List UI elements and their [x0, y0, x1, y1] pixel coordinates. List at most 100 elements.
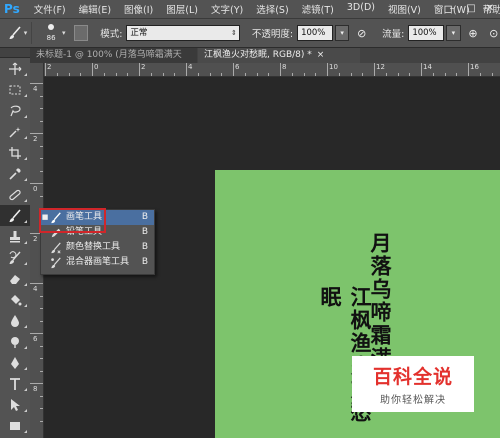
ruler-minor-tick — [40, 408, 43, 409]
tool-paint-bucket[interactable] — [0, 289, 30, 310]
menu-select[interactable]: 选择(S) — [256, 2, 288, 16]
tool-blur[interactable] — [0, 310, 30, 331]
opacity-slider-button[interactable]: ▾ — [334, 25, 350, 41]
brush-tip-icon — [48, 24, 55, 30]
tool-path-selection[interactable] — [0, 394, 30, 415]
flow-input[interactable]: 100% — [408, 25, 445, 41]
ruler-tick — [374, 63, 375, 76]
watermark-logo: 百科全说 助你轻松解决 — [352, 356, 474, 412]
pressure-size-icon[interactable]: ⊙ — [487, 26, 500, 40]
menu-edit[interactable]: 编辑(E) — [79, 2, 111, 16]
opacity-label: 不透明度: — [251, 29, 294, 40]
horizontal-ruler[interactable]: 2 0 2 4 6 8 10 12 14 16 — [43, 63, 500, 77]
flyout-shortcut: B — [141, 257, 148, 267]
ruler-minor-tick — [197, 73, 199, 76]
pressure-opacity-icon[interactable]: ⊘ — [355, 26, 368, 40]
tool-lasso[interactable] — [0, 100, 30, 121]
chevron-down-icon[interactable]: ▾ — [62, 29, 66, 37]
tool-clone-stamp[interactable] — [0, 226, 30, 247]
lasso-icon — [10, 105, 21, 116]
marquee-icon — [9, 85, 21, 94]
ruler-minor-tick — [80, 73, 82, 76]
tool-pen[interactable] — [0, 352, 30, 373]
ruler-minor-tick — [68, 73, 70, 76]
ruler-tick — [30, 133, 43, 134]
airbrush-icon[interactable]: ⊕ — [467, 26, 480, 40]
flyout-item-mixer-brush[interactable]: 混合器画笔工具 B — [41, 255, 154, 270]
mode-label: 模式: — [100, 29, 123, 40]
ruler-minor-tick — [221, 73, 223, 76]
menu-3d[interactable]: 3D(D) — [347, 2, 375, 16]
ruler-tick — [139, 63, 140, 76]
ruler-tick — [92, 63, 93, 76]
menu-view[interactable]: 视图(V) — [388, 2, 421, 16]
tab-document-active[interactable]: 江枫渔火对愁眠, RGB/8) * × — [198, 48, 360, 63]
tab-close-icon[interactable]: × — [317, 50, 325, 60]
menu-items: 文件(F) 编辑(E) 图像(I) 图层(L) 文字(Y) 选择(S) 滤镜(T… — [34, 2, 500, 16]
minimize-button[interactable]: – — [446, 1, 458, 15]
ruler-number: 8 — [282, 63, 287, 71]
tab-label: 江枫渔火对愁眠, RGB/8) * — [204, 50, 312, 60]
tool-crop[interactable] — [0, 142, 30, 163]
opacity-input[interactable]: 100% — [297, 25, 333, 41]
ruler-minor-tick — [115, 73, 117, 76]
menu-file[interactable]: 文件(F) — [34, 2, 66, 16]
mode-select[interactable]: 正常 ⇕ — [126, 25, 240, 41]
stamp-icon — [10, 230, 20, 242]
ruler-minor-tick — [40, 420, 43, 422]
ruler-minor-tick — [385, 73, 387, 76]
ruler-minor-tick — [40, 145, 43, 147]
tool-move[interactable] — [0, 58, 30, 79]
menu-bar: Ps 文件(F) 编辑(E) 图像(I) 图层(L) 文字(Y) 选择(S) 滤… — [0, 0, 500, 19]
ruler-minor-tick — [40, 195, 43, 197]
tool-eyedropper[interactable] — [0, 163, 30, 184]
maximize-button[interactable]: □ — [465, 1, 477, 15]
ruler-minor-tick — [40, 345, 43, 347]
photoshop-logo: Ps — [4, 2, 20, 16]
ruler-number: 2 — [33, 235, 38, 243]
brush-panel-toggle-icon[interactable] — [73, 25, 89, 41]
flow-value: 100% — [412, 28, 437, 38]
close-button[interactable]: ✕ — [484, 1, 496, 15]
flow-label: 流量: — [382, 29, 405, 40]
ruler-minor-tick — [40, 295, 43, 297]
ruler-minor-tick — [479, 73, 481, 76]
flyout-item-color-replacement[interactable]: 颜色替换工具 B — [41, 240, 154, 255]
menu-image[interactable]: 图像(I) — [124, 2, 153, 16]
brush-preset-picker[interactable]: 86 — [40, 22, 60, 44]
ruler-minor-tick — [491, 73, 493, 76]
watermark-subtitle: 助你轻松解决 — [380, 395, 446, 406]
tool-preset-picker[interactable]: ▾ — [4, 22, 33, 44]
tool-quick-selection[interactable] — [0, 121, 30, 142]
ruler-minor-tick — [127, 73, 129, 76]
toolbox-header[interactable] — [0, 48, 30, 58]
ruler-minor-tick — [444, 73, 446, 76]
mode-value: 正常 — [130, 28, 148, 38]
rectangle-shape-icon — [10, 421, 20, 430]
menu-layer[interactable]: 图层(L) — [166, 2, 198, 16]
tool-brush[interactable] — [0, 205, 30, 226]
menu-filter[interactable]: 滤镜(T) — [302, 2, 334, 16]
ruler-minor-tick — [209, 73, 211, 76]
ruler-number: 12 — [376, 63, 385, 71]
menu-type[interactable]: 文字(Y) — [211, 2, 243, 16]
ruler-minor-tick — [338, 73, 340, 76]
ruler-minor-tick — [56, 73, 58, 76]
tool-eraser[interactable] — [0, 268, 30, 289]
ruler-tick — [421, 63, 422, 76]
brush-icon — [9, 26, 21, 39]
eraser-icon — [10, 274, 20, 284]
ruler-minor-tick — [256, 73, 258, 76]
type-icon — [10, 377, 20, 390]
ruler-number: 14 — [423, 63, 432, 71]
tool-healing-brush[interactable] — [0, 184, 30, 205]
tool-shape[interactable] — [0, 415, 30, 436]
tab-document-inactive[interactable]: 未标题-1 @ 100% (月落乌啼霜满天 — [30, 48, 197, 63]
ruler-number: 2 — [33, 135, 38, 143]
tool-marquee[interactable] — [0, 79, 30, 100]
tool-history-brush[interactable] — [0, 247, 30, 268]
flow-slider-button[interactable]: ▾ — [446, 25, 461, 41]
tool-dodge[interactable] — [0, 331, 30, 352]
tool-type[interactable] — [0, 373, 30, 394]
ruler-minor-tick — [40, 158, 43, 159]
